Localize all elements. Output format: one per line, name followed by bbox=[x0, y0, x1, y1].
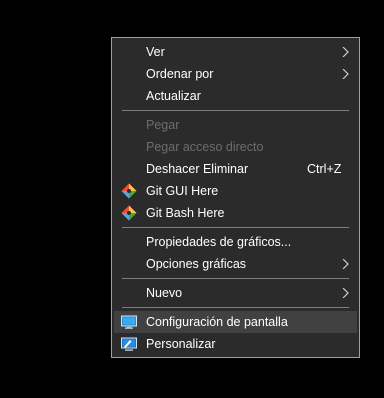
menu-item-label: Configuración de pantalla bbox=[146, 315, 288, 329]
menu-item-label: Pegar bbox=[146, 118, 180, 132]
chevron-right-icon bbox=[342, 69, 349, 79]
menu-item-git-bash-here[interactable]: Git Bash Here bbox=[112, 202, 359, 224]
menu-item-ordenar-por[interactable]: Ordenar por bbox=[112, 63, 359, 85]
menu-item-label: Ordenar por bbox=[146, 67, 214, 81]
menu-item-opciones-graficas[interactable]: Opciones gráficas bbox=[112, 253, 359, 275]
menu-item-configuracion-pantalla[interactable]: Configuración de pantalla bbox=[114, 311, 357, 333]
menu-separator bbox=[122, 110, 349, 111]
menu-separator bbox=[122, 307, 349, 308]
menu-item-nuevo[interactable]: Nuevo bbox=[112, 282, 359, 304]
menu-item-personalizar[interactable]: Personalizar bbox=[112, 333, 359, 355]
menu-item-ver[interactable]: Ver bbox=[112, 41, 359, 63]
menu-item-label: Opciones gráficas bbox=[146, 257, 247, 271]
display-icon bbox=[121, 315, 137, 329]
menu-item-label: Git GUI Here bbox=[146, 184, 219, 198]
chevron-right-icon bbox=[342, 288, 349, 298]
menu-separator bbox=[122, 278, 349, 279]
menu-item-label: Pegar acceso directo bbox=[146, 140, 264, 154]
menu-item-git-gui-here[interactable]: Git GUI Here bbox=[112, 180, 359, 202]
menu-separator bbox=[122, 227, 349, 228]
chevron-right-icon bbox=[342, 259, 349, 269]
menu-item-label: Git Bash Here bbox=[146, 206, 225, 220]
menu-item-label: Actualizar bbox=[146, 89, 201, 103]
menu-item-actualizar[interactable]: Actualizar bbox=[112, 85, 359, 107]
menu-item-label: Propiedades de gráficos... bbox=[146, 235, 292, 249]
desktop-context-menu: Ver Ordenar por Actualizar Pegar Pegar a… bbox=[111, 37, 360, 358]
git-icon bbox=[121, 183, 137, 199]
menu-item-pegar-acceso-directo: Pegar acceso directo bbox=[112, 136, 359, 158]
menu-item-deshacer-eliminar[interactable]: Deshacer Eliminar Ctrl+Z bbox=[112, 158, 359, 180]
menu-item-pegar: Pegar bbox=[112, 114, 359, 136]
menu-item-propiedades-graficos[interactable]: Propiedades de gráficos... bbox=[112, 231, 359, 253]
chevron-right-icon bbox=[342, 47, 349, 57]
personalize-icon bbox=[121, 337, 137, 351]
git-icon bbox=[121, 205, 137, 221]
menu-item-label: Personalizar bbox=[146, 337, 216, 351]
menu-item-label: Ver bbox=[146, 45, 165, 59]
menu-item-shortcut: Ctrl+Z bbox=[307, 162, 342, 176]
menu-item-label: Deshacer Eliminar bbox=[146, 162, 249, 176]
menu-item-label: Nuevo bbox=[146, 286, 183, 300]
